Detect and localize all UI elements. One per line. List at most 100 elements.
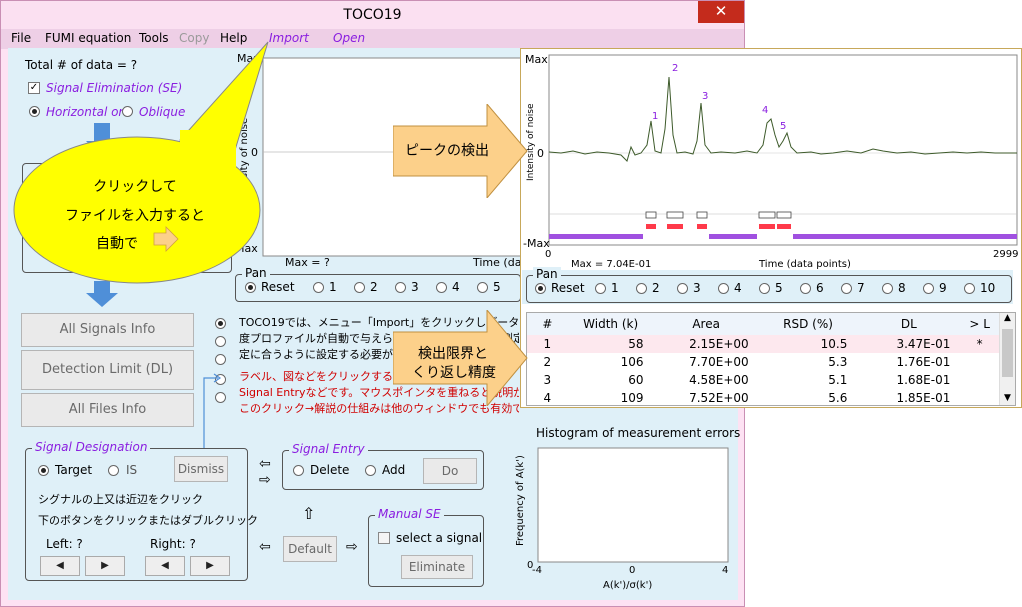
pan-right-radio-6[interactable] bbox=[800, 283, 811, 294]
histogram-tick-left: -4 bbox=[532, 565, 542, 576]
table-row[interactable]: 3 60 4.58E+00 5.1 1.68E-01 bbox=[527, 371, 999, 389]
histogram-chart[interactable]: 0 Frequency of A(k') -4 0 4 A(k')/σ(k') bbox=[510, 440, 735, 595]
pan-right-label-3: 3 bbox=[693, 281, 701, 295]
designation-hint-1: シグナルの上又は近辺をクリック bbox=[38, 493, 203, 506]
pan-right-label-5: 5 bbox=[775, 281, 783, 295]
left-move-left-button[interactable]: ◀ bbox=[40, 556, 80, 576]
all-signals-info-button[interactable]: All Signals Info bbox=[21, 313, 194, 347]
pan-right-radio-2[interactable] bbox=[636, 283, 647, 294]
right-label: Right: ? bbox=[150, 537, 196, 551]
right-chart-ymax: Max bbox=[525, 53, 548, 66]
arrow-right-icon-2: ⇨ bbox=[346, 539, 358, 555]
arrow-up-icon: ⇧ bbox=[302, 504, 316, 523]
pan-label-right: Pan bbox=[533, 267, 561, 281]
target-label: Target bbox=[55, 463, 93, 477]
pan-label-2: 2 bbox=[370, 280, 378, 294]
table-cell: 5.3 bbox=[828, 355, 848, 369]
col-header-dl[interactable]: DL bbox=[857, 313, 960, 335]
table-cell: * bbox=[976, 337, 983, 351]
pan-radio-4[interactable] bbox=[436, 282, 447, 293]
peak-callout-text: ピークの検出 bbox=[405, 143, 489, 159]
target-radio[interactable] bbox=[38, 465, 49, 476]
pan-right-radio-reset[interactable] bbox=[535, 283, 546, 294]
table-row[interactable]: 1 58 2.15E+00 10.5 3.47E-01 * bbox=[527, 335, 999, 353]
all-files-info-button[interactable]: All Files Info bbox=[21, 393, 194, 427]
col-header-num[interactable]: # bbox=[527, 313, 568, 335]
table-cell: 10.5 bbox=[820, 337, 848, 351]
pan-right-radio-9[interactable] bbox=[923, 283, 934, 294]
delete-label: Delete bbox=[310, 463, 350, 477]
info-radio-2[interactable] bbox=[215, 336, 226, 347]
right-chart[interactable]: Max 0 -Max Intensity of noise 0 2999 Max… bbox=[521, 49, 1021, 271]
is-radio[interactable] bbox=[108, 465, 119, 476]
right-move-right-button[interactable]: ▶ bbox=[190, 556, 230, 576]
arrow-right-icon: ⇨ bbox=[259, 472, 271, 488]
menu-open[interactable]: Open bbox=[333, 31, 365, 45]
pan-right-label-10: 10 bbox=[980, 281, 996, 295]
col-header-area[interactable]: Area bbox=[654, 313, 759, 335]
col-header-gtl[interactable]: > L bbox=[960, 313, 999, 335]
right-move-left-button[interactable]: ◀ bbox=[145, 556, 185, 576]
histogram-tick-right: 4 bbox=[722, 565, 728, 576]
left-move-right-button[interactable]: ▶ bbox=[85, 556, 125, 576]
table-cell bbox=[960, 353, 999, 371]
red-mark-3 bbox=[697, 224, 707, 229]
dl-table[interactable]: # Width (k) Area RSD (%) DL > L 1 58 2.15E… bbox=[526, 312, 1016, 406]
add-radio[interactable] bbox=[365, 465, 376, 476]
table-row[interactable]: 2 106 7.70E+00 5.3 1.76E-01 bbox=[527, 353, 999, 371]
info-radio-3[interactable] bbox=[215, 354, 226, 365]
close-button[interactable]: ✕ bbox=[698, 1, 744, 23]
pan-label-5: 5 bbox=[493, 280, 501, 294]
col-header-rsd[interactable]: RSD (%) bbox=[759, 313, 858, 335]
col-header-width[interactable]: Width (k) bbox=[568, 313, 654, 335]
table-cell: 109 bbox=[620, 391, 644, 405]
right-chart-xend: 2999 bbox=[993, 249, 1018, 260]
right-chart-max-info: Max = 7.04E-01 bbox=[571, 259, 651, 270]
pan-right-radio-7[interactable] bbox=[841, 283, 852, 294]
histogram-ylabel: Frequency of A(k') bbox=[515, 455, 526, 546]
table-cell: 7.70E+00 bbox=[689, 355, 749, 369]
table-cell: 5.1 bbox=[828, 373, 848, 387]
red-mark-1 bbox=[646, 224, 656, 229]
arrow-left-icon: ⇦ bbox=[259, 456, 271, 472]
histogram-title: Histogram of measurement errors bbox=[536, 426, 741, 440]
connector-arrow bbox=[203, 373, 222, 448]
info-radio-1[interactable] bbox=[215, 318, 226, 329]
table-cell: 60 bbox=[628, 373, 644, 387]
select-signal-label: select a signal bbox=[396, 531, 483, 545]
pan-right-radio-4[interactable] bbox=[718, 283, 729, 294]
table-cell: 1.85E-01 bbox=[896, 391, 951, 405]
pan-radio-5[interactable] bbox=[477, 282, 488, 293]
delete-radio[interactable] bbox=[293, 465, 304, 476]
pan-right-radio-5[interactable] bbox=[759, 283, 770, 294]
window-box-1 bbox=[645, 211, 657, 219]
pan-right-radio-1[interactable] bbox=[595, 283, 606, 294]
red-mark-2 bbox=[667, 224, 683, 229]
do-button[interactable]: Do bbox=[423, 458, 477, 484]
signal-designation-title: Signal Designation bbox=[32, 440, 151, 454]
table-cell bbox=[960, 371, 999, 389]
default-button[interactable]: Default bbox=[283, 536, 337, 562]
detection-limit-button[interactable]: Detection Limit (DL) bbox=[21, 350, 194, 390]
table-cell: 4.58E+00 bbox=[689, 373, 749, 387]
table-cell: 1.76E-01 bbox=[896, 355, 951, 369]
pan-right-label-2: 2 bbox=[652, 281, 660, 295]
table-cell: 58 bbox=[628, 337, 644, 351]
designation-hint-2: 下のボタンをクリックまたはダブルクリック bbox=[38, 514, 258, 527]
table-scrollbar[interactable]: ▲ ▼ bbox=[999, 313, 1015, 405]
red-mark-4 bbox=[759, 224, 775, 229]
eliminate-button[interactable]: Eliminate bbox=[401, 555, 473, 579]
select-signal-checkbox[interactable] bbox=[378, 532, 390, 544]
pan-radio-2[interactable] bbox=[354, 282, 365, 293]
table-cell: 3.47E-01 bbox=[896, 337, 951, 351]
table-cell: 2.15E+00 bbox=[689, 337, 749, 351]
table-row[interactable]: 4 109 7.52E+00 5.6 1.85E-01 bbox=[527, 389, 999, 405]
pan-radio-1[interactable] bbox=[313, 282, 324, 293]
pan-right-radio-3[interactable] bbox=[677, 283, 688, 294]
dismiss-button[interactable]: Dismiss bbox=[174, 456, 228, 482]
pan-right-label-reset: Reset bbox=[551, 281, 585, 295]
peak-label-5: 5 bbox=[780, 121, 786, 132]
pan-right-radio-10[interactable] bbox=[964, 283, 975, 294]
pan-right-radio-8[interactable] bbox=[882, 283, 893, 294]
pan-radio-3[interactable] bbox=[395, 282, 406, 293]
